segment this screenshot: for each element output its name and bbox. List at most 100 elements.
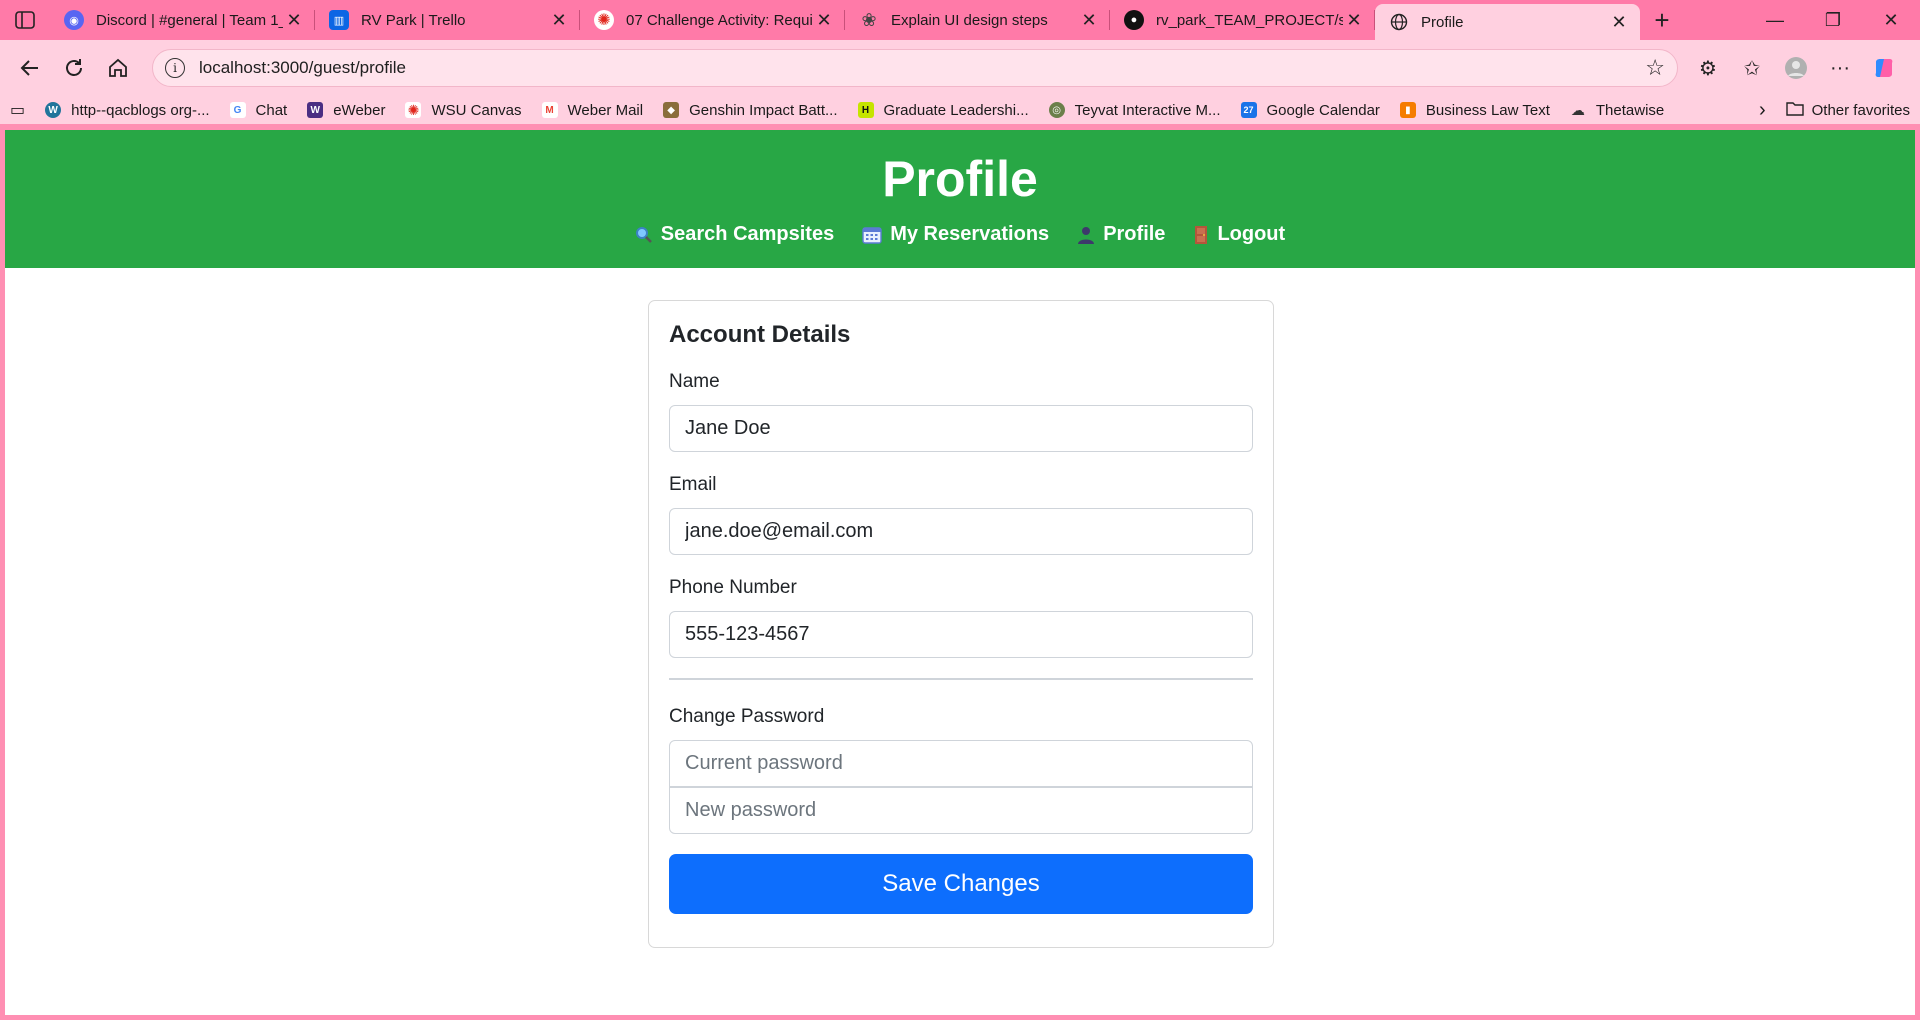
plus-icon: + <box>1654 4 1670 35</box>
bookmark-label: Google Calendar <box>1266 101 1380 119</box>
nav-label: Search Campsites <box>660 223 835 245</box>
calendar-icon <box>862 226 882 244</box>
close-icon[interactable]: ✕ <box>1078 10 1100 31</box>
close-icon[interactable]: ✕ <box>1343 10 1365 31</box>
new-password-input[interactable] <box>669 787 1253 834</box>
address-bar[interactable]: i localhost:3000/guest/profile ☆ <box>152 49 1678 87</box>
canvas-icon: ✺ <box>405 102 422 118</box>
bookmark-item[interactable]: H Graduate Leadershi... <box>857 101 1029 119</box>
copilot-icon[interactable] <box>1862 48 1906 88</box>
bookmark-item[interactable]: G Chat <box>229 102 287 119</box>
other-favorites-label: Other favorites <box>1811 101 1910 119</box>
person-icon <box>1077 226 1095 244</box>
bookmark-item[interactable]: ☁ Thetawise <box>1570 102 1664 119</box>
email-field-group: Email <box>669 474 1253 555</box>
profile-avatar-icon[interactable] <box>1774 48 1818 88</box>
bookmark-item[interactable]: W http--qacblogs org-... <box>45 102 210 119</box>
nav-my-reservations[interactable]: My Reservations <box>862 223 1049 246</box>
bookmark-item[interactable]: M Weber Mail <box>541 101 644 119</box>
weber-icon: W <box>307 102 324 118</box>
email-label: Email <box>669 474 717 495</box>
tab-title: 07 Challenge Activity: Requir <box>626 11 813 29</box>
h-icon: H <box>857 102 874 118</box>
tab-chatgpt[interactable]: ❀ Explain UI design steps ✕ <box>845 0 1110 40</box>
chatgpt-icon: ❀ <box>861 9 877 30</box>
calendar-icon: 27 <box>1240 102 1257 118</box>
tab-canvas[interactable]: ✺ 07 Challenge Activity: Requir ✕ <box>580 0 845 40</box>
tab-actions-button[interactable] <box>0 0 50 40</box>
bookmark-item[interactable]: W eWeber <box>307 102 385 119</box>
address-url[interactable]: localhost:3000/guest/profile <box>199 58 1645 78</box>
bookmark-item[interactable]: ◆ Genshin Impact Batt... <box>663 101 838 119</box>
close-icon[interactable]: ✕ <box>1608 12 1630 33</box>
github-icon: ● <box>1124 10 1144 30</box>
tab-discord[interactable]: ◉ Discord | #general | Team 1_ ✕ <box>50 0 315 40</box>
trello-icon: ▥ <box>329 10 349 30</box>
back-button[interactable] <box>8 48 52 88</box>
bookmarks-overflow-chevron-icon[interactable]: › <box>1739 99 1786 122</box>
close-icon[interactable]: ✕ <box>283 10 305 31</box>
bookmark-item[interactable]: ▮ Business Law Text <box>1399 101 1550 119</box>
site-nav: Search Campsites My Reservations Profile… <box>5 223 1915 246</box>
tab-trello[interactable]: ▥ RV Park | Trello ✕ <box>315 0 580 40</box>
bookmark-label: Graduate Leadershi... <box>883 101 1029 119</box>
close-icon[interactable]: ✕ <box>813 10 835 31</box>
folder-icon <box>1785 101 1804 120</box>
bookmark-label: Business Law Text <box>1425 101 1550 119</box>
tab-title: Explain UI design steps <box>891 11 1048 29</box>
name-input[interactable] <box>669 405 1253 452</box>
name-field-group: Name <box>669 371 1253 452</box>
map-icon: ◎ <box>1048 102 1065 118</box>
bookmark-label: Teyvat Interactive M... <box>1074 101 1221 119</box>
nav-profile[interactable]: Profile <box>1077 223 1165 246</box>
extensions-icon[interactable]: ⚙ <box>1686 48 1730 88</box>
bookmark-label: Weber Mail <box>567 101 644 119</box>
tab-profile[interactable]: Profile ✕ <box>1375 4 1640 40</box>
bookmark-label: Genshin Impact Batt... <box>689 101 838 119</box>
thetawise-icon: ☁ <box>1570 101 1585 118</box>
google-icon: G <box>229 102 246 118</box>
favorite-star-icon[interactable]: ☆ <box>1645 55 1665 81</box>
bookmark-item[interactable]: ◎ Teyvat Interactive M... <box>1048 101 1221 119</box>
favorites-icon[interactable]: ✩ <box>1730 48 1774 88</box>
tab-title: Profile <box>1421 13 1464 31</box>
nav-label: Profile <box>1103 223 1166 245</box>
email-input[interactable] <box>669 508 1253 555</box>
more-menu-icon[interactable]: ··· <box>1818 48 1862 88</box>
bookmark-item[interactable]: 27 Google Calendar <box>1240 101 1380 119</box>
close-window-button[interactable]: ✕ <box>1862 0 1920 40</box>
nav-search-campsites[interactable]: Search Campsites <box>635 223 834 246</box>
nav-label: My Reservations <box>890 223 1050 245</box>
page-title: Profile <box>882 151 1038 207</box>
page-viewport: Profile Search Campsites My Reservations… <box>5 130 1915 1015</box>
tab-github[interactable]: ● rv_park_TEAM_PROJECT/serv ✕ <box>1110 0 1375 40</box>
close-icon[interactable]: ✕ <box>548 10 570 31</box>
bookmarks-bar: ▭ W http--qacblogs org-... G Chat W eWeb… <box>0 96 1920 124</box>
nav-logout[interactable]: Logout <box>1193 223 1285 246</box>
phone-input[interactable] <box>669 611 1253 658</box>
new-tab-button[interactable]: + <box>1640 0 1684 40</box>
bookmark-item[interactable]: ✺ WSU Canvas <box>405 102 522 119</box>
tab-title: rv_park_TEAM_PROJECT/serv <box>1156 11 1343 29</box>
home-button[interactable] <box>96 48 140 88</box>
globe-icon <box>1389 12 1409 32</box>
save-changes-button[interactable]: Save Changes <box>669 854 1253 914</box>
window-controls: — ❐ ✕ <box>1746 0 1920 40</box>
site-header: Profile Search Campsites My Reservations… <box>5 130 1915 268</box>
restore-button[interactable]: ❐ <box>1804 0 1862 40</box>
section-divider <box>669 678 1253 680</box>
back-arrow-icon <box>20 60 38 76</box>
discord-icon: ◉ <box>64 10 84 30</box>
current-password-input[interactable] <box>669 740 1253 787</box>
minimize-button[interactable]: — <box>1746 0 1804 40</box>
password-field-group: Change Password <box>669 706 1253 834</box>
bookmark-collections[interactable]: ▭ <box>10 100 25 120</box>
site-info-icon[interactable]: i <box>165 58 185 78</box>
magnifier-icon <box>635 226 653 244</box>
sidebar-toggle-icon <box>15 11 35 29</box>
other-favorites-folder[interactable]: Other favorites <box>1785 101 1910 120</box>
canvas-icon: ✺ <box>594 10 614 30</box>
wordpress-icon: W <box>45 102 62 118</box>
phone-field-group: Phone Number <box>669 577 1253 658</box>
refresh-button[interactable] <box>52 48 96 88</box>
